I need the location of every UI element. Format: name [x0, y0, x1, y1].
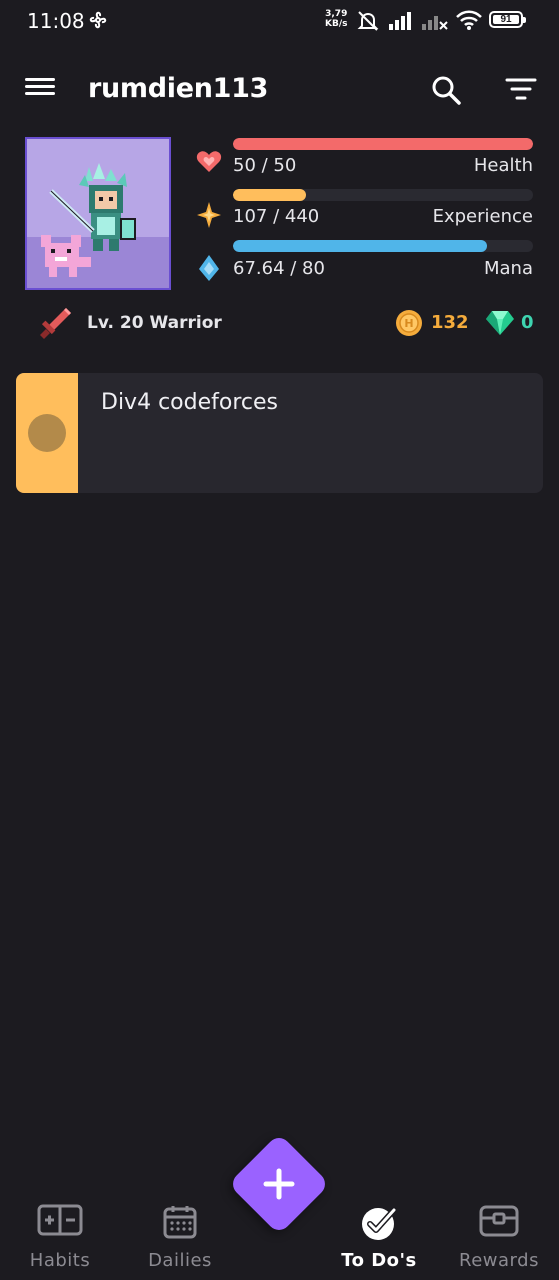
health-value: 50 / 50 [233, 155, 297, 176]
network-speed-value: 3,79 [325, 9, 348, 19]
fan-icon [89, 11, 107, 29]
status-bar: 11:08 3,79 KB/s 91 [0, 0, 559, 42]
nav-dailies-label: Dailies [148, 1250, 212, 1271]
heart-icon [196, 151, 222, 172]
username-title: rumdien113 [88, 73, 269, 104]
gem-count: 0 [521, 312, 534, 333]
wifi-icon [456, 10, 482, 30]
experience-value: 107 / 440 [233, 206, 320, 227]
experience-bar-fill [233, 189, 306, 201]
nav-habits-label: Habits [29, 1250, 91, 1271]
gem-icon [486, 311, 514, 335]
filter-icon[interactable] [503, 74, 539, 104]
treasure-chest-icon [479, 1205, 519, 1237]
signal-icon [389, 12, 411, 30]
avatar[interactable] [25, 137, 171, 290]
health-bar-fill [233, 138, 533, 150]
battery-icon: 91 [489, 11, 526, 28]
sword-icon [40, 308, 71, 339]
nav-habits[interactable]: Habits [0, 1190, 120, 1280]
nav-todos[interactable]: To Do's [319, 1190, 439, 1280]
status-time: 11:08 [27, 9, 85, 33]
todo-color-strip [16, 373, 78, 493]
health-label: Health [473, 155, 533, 176]
calendar-icon [163, 1206, 197, 1239]
mana-bar-fill [233, 240, 487, 252]
app-toolbar: rumdien113 [0, 60, 559, 118]
nav-todos-label: To Do's [341, 1250, 417, 1271]
mana-value: 67.64 / 80 [233, 258, 325, 279]
nav-dailies[interactable]: Dailies [120, 1190, 240, 1280]
level-class-label: Lv. 20 Warrior [87, 313, 222, 333]
hamburger-menu-icon[interactable] [25, 74, 61, 104]
battery-level: 91 [493, 15, 519, 25]
gold-coin-icon: H [396, 310, 422, 336]
experience-bar [233, 189, 533, 201]
mana-bar [233, 240, 533, 252]
todo-card[interactable]: Div4 codeforces [16, 373, 543, 493]
svg-text:H: H [404, 317, 413, 330]
avatar-sprite [41, 163, 136, 277]
gold-count: 132 [431, 312, 469, 333]
network-speed: 3,79 KB/s [325, 9, 347, 29]
check-circle-icon [362, 1207, 397, 1240]
todo-checkbox[interactable] [28, 414, 66, 452]
todo-title: Div4 codeforces [101, 390, 278, 415]
nav-rewards-label: Rewards [459, 1250, 539, 1271]
network-speed-unit: KB/s [325, 19, 348, 29]
experience-label: Experience [432, 206, 533, 227]
habits-icon [37, 1204, 83, 1236]
mana-drop-icon [199, 255, 219, 281]
star-icon [197, 202, 221, 228]
bottom-navigation: Habits Dailies To Do's Rewards [0, 1190, 559, 1280]
nav-rewards[interactable]: Rewards [439, 1190, 559, 1280]
signal-no-service-icon [422, 16, 448, 30]
mana-label: Mana [484, 258, 533, 279]
search-icon[interactable] [428, 72, 464, 108]
health-bar [233, 138, 533, 150]
bell-muted-icon [357, 11, 379, 31]
